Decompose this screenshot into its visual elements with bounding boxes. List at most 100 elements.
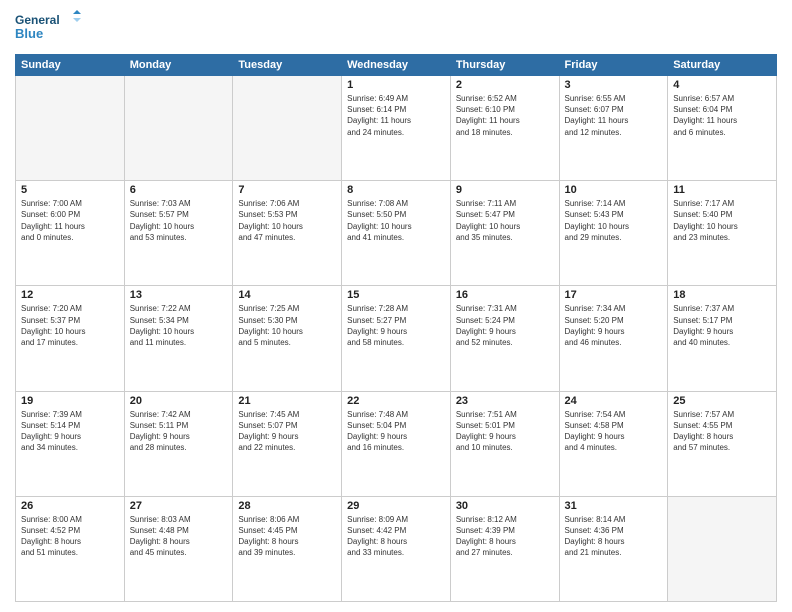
day-number: 2	[456, 79, 554, 91]
day-info: Sunrise: 6:55 AM Sunset: 6:07 PM Dayligh…	[565, 93, 663, 138]
day-info: Sunrise: 7:25 AM Sunset: 5:30 PM Dayligh…	[238, 303, 336, 348]
calendar-cell: 5 Sunrise: 7:00 AM Sunset: 6:00 PM Daylig…	[16, 181, 125, 286]
calendar-cell: 27 Sunrise: 8:03 AM Sunset: 4:48 PM Dayli…	[124, 496, 233, 601]
day-number: 28	[238, 500, 336, 512]
day-info: Sunrise: 7:28 AM Sunset: 5:27 PM Dayligh…	[347, 303, 445, 348]
day-info: Sunrise: 7:17 AM Sunset: 5:40 PM Dayligh…	[673, 198, 771, 243]
calendar-cell: 7 Sunrise: 7:06 AM Sunset: 5:53 PM Daylig…	[233, 181, 342, 286]
weekday-header: Saturday	[668, 55, 777, 76]
logo-svg: General Blue	[15, 10, 85, 46]
calendar-cell: 2 Sunrise: 6:52 AM Sunset: 6:10 PM Daylig…	[450, 76, 559, 181]
calendar-cell	[16, 76, 125, 181]
day-info: Sunrise: 8:09 AM Sunset: 4:42 PM Dayligh…	[347, 514, 445, 559]
calendar-cell: 11 Sunrise: 7:17 AM Sunset: 5:40 PM Dayli…	[668, 181, 777, 286]
day-number: 1	[347, 79, 445, 91]
calendar-week-row: 5 Sunrise: 7:00 AM Sunset: 6:00 PM Daylig…	[16, 181, 777, 286]
day-info: Sunrise: 7:42 AM Sunset: 5:11 PM Dayligh…	[130, 409, 228, 454]
calendar-cell: 1 Sunrise: 6:49 AM Sunset: 6:14 PM Daylig…	[342, 76, 451, 181]
calendar-cell: 10 Sunrise: 7:14 AM Sunset: 5:43 PM Dayli…	[559, 181, 668, 286]
weekday-header: Tuesday	[233, 55, 342, 76]
page-header: General Blue	[15, 10, 777, 46]
weekday-header: Sunday	[16, 55, 125, 76]
svg-text:General: General	[15, 13, 60, 27]
day-number: 9	[456, 184, 554, 196]
day-number: 4	[673, 79, 771, 91]
calendar-cell: 16 Sunrise: 7:31 AM Sunset: 5:24 PM Dayli…	[450, 286, 559, 391]
day-info: Sunrise: 7:48 AM Sunset: 5:04 PM Dayligh…	[347, 409, 445, 454]
day-number: 27	[130, 500, 228, 512]
day-number: 7	[238, 184, 336, 196]
day-info: Sunrise: 8:06 AM Sunset: 4:45 PM Dayligh…	[238, 514, 336, 559]
calendar-cell: 13 Sunrise: 7:22 AM Sunset: 5:34 PM Dayli…	[124, 286, 233, 391]
weekday-header: Wednesday	[342, 55, 451, 76]
calendar-cell: 31 Sunrise: 8:14 AM Sunset: 4:36 PM Dayli…	[559, 496, 668, 601]
day-number: 18	[673, 289, 771, 301]
day-info: Sunrise: 7:06 AM Sunset: 5:53 PM Dayligh…	[238, 198, 336, 243]
day-info: Sunrise: 7:45 AM Sunset: 5:07 PM Dayligh…	[238, 409, 336, 454]
calendar-week-row: 1 Sunrise: 6:49 AM Sunset: 6:14 PM Daylig…	[16, 76, 777, 181]
calendar-cell: 23Sunrise: 7:51 AM Sunset: 5:01 PM Dayli…	[450, 391, 559, 496]
weekday-header: Friday	[559, 55, 668, 76]
weekday-header: Thursday	[450, 55, 559, 76]
day-number: 25	[673, 395, 771, 407]
calendar-cell: 8Sunrise: 7:08 AM Sunset: 5:50 PM Daylig…	[342, 181, 451, 286]
day-number: 29	[347, 500, 445, 512]
day-number: 16	[456, 289, 554, 301]
calendar-cell: 21 Sunrise: 7:45 AM Sunset: 5:07 PM Dayli…	[233, 391, 342, 496]
day-info: Sunrise: 6:57 AM Sunset: 6:04 PM Dayligh…	[673, 93, 771, 138]
calendar-cell: 25 Sunrise: 7:57 AM Sunset: 4:55 PM Dayli…	[668, 391, 777, 496]
day-number: 30	[456, 500, 554, 512]
weekday-header-row: SundayMondayTuesdayWednesdayThursdayFrid…	[16, 55, 777, 76]
calendar-cell: 24Sunrise: 7:54 AM Sunset: 4:58 PM Dayli…	[559, 391, 668, 496]
logo: General Blue	[15, 10, 85, 46]
day-number: 11	[673, 184, 771, 196]
calendar-cell: 22 Sunrise: 7:48 AM Sunset: 5:04 PM Dayli…	[342, 391, 451, 496]
day-info: Sunrise: 6:49 AM Sunset: 6:14 PM Dayligh…	[347, 93, 445, 138]
day-info: Sunrise: 6:52 AM Sunset: 6:10 PM Dayligh…	[456, 93, 554, 138]
day-info: Sunrise: 8:00 AM Sunset: 4:52 PM Dayligh…	[21, 514, 119, 559]
calendar-cell: 12Sunrise: 7:20 AM Sunset: 5:37 PM Dayli…	[16, 286, 125, 391]
calendar-cell: 6Sunrise: 7:03 AM Sunset: 5:57 PM Daylig…	[124, 181, 233, 286]
day-info: Sunrise: 8:12 AM Sunset: 4:39 PM Dayligh…	[456, 514, 554, 559]
day-number: 26	[21, 500, 119, 512]
svg-text:Blue: Blue	[15, 26, 43, 41]
day-number: 22	[347, 395, 445, 407]
calendar-cell: 17Sunrise: 7:34 AM Sunset: 5:20 PM Dayli…	[559, 286, 668, 391]
calendar-cell: 15 Sunrise: 7:28 AM Sunset: 5:27 PM Dayli…	[342, 286, 451, 391]
day-info: Sunrise: 7:22 AM Sunset: 5:34 PM Dayligh…	[130, 303, 228, 348]
day-number: 20	[130, 395, 228, 407]
day-number: 14	[238, 289, 336, 301]
calendar-cell: 30 Sunrise: 8:12 AM Sunset: 4:39 PM Dayli…	[450, 496, 559, 601]
day-info: Sunrise: 7:51 AM Sunset: 5:01 PM Dayligh…	[456, 409, 554, 454]
day-info: Sunrise: 7:00 AM Sunset: 6:00 PM Dayligh…	[21, 198, 119, 243]
day-info: Sunrise: 7:11 AM Sunset: 5:47 PM Dayligh…	[456, 198, 554, 243]
day-number: 3	[565, 79, 663, 91]
calendar-cell: 9 Sunrise: 7:11 AM Sunset: 5:47 PM Daylig…	[450, 181, 559, 286]
day-number: 5	[21, 184, 119, 196]
day-info: Sunrise: 7:54 AM Sunset: 4:58 PM Dayligh…	[565, 409, 663, 454]
calendar-table: SundayMondayTuesdayWednesdayThursdayFrid…	[15, 54, 777, 602]
day-number: 21	[238, 395, 336, 407]
calendar-cell	[124, 76, 233, 181]
day-info: Sunrise: 8:14 AM Sunset: 4:36 PM Dayligh…	[565, 514, 663, 559]
day-number: 15	[347, 289, 445, 301]
calendar-cell: 3 Sunrise: 6:55 AM Sunset: 6:07 PM Daylig…	[559, 76, 668, 181]
day-info: Sunrise: 7:31 AM Sunset: 5:24 PM Dayligh…	[456, 303, 554, 348]
calendar-cell: 28 Sunrise: 8:06 AM Sunset: 4:45 PM Dayli…	[233, 496, 342, 601]
day-number: 12	[21, 289, 119, 301]
day-info: Sunrise: 8:03 AM Sunset: 4:48 PM Dayligh…	[130, 514, 228, 559]
calendar-week-row: 12Sunrise: 7:20 AM Sunset: 5:37 PM Dayli…	[16, 286, 777, 391]
calendar-cell	[233, 76, 342, 181]
day-number: 31	[565, 500, 663, 512]
day-number: 13	[130, 289, 228, 301]
day-info: Sunrise: 7:57 AM Sunset: 4:55 PM Dayligh…	[673, 409, 771, 454]
weekday-header: Monday	[124, 55, 233, 76]
calendar-cell: 4 Sunrise: 6:57 AM Sunset: 6:04 PM Daylig…	[668, 76, 777, 181]
calendar-cell: 29 Sunrise: 8:09 AM Sunset: 4:42 PM Dayli…	[342, 496, 451, 601]
day-info: Sunrise: 7:14 AM Sunset: 5:43 PM Dayligh…	[565, 198, 663, 243]
day-number: 6	[130, 184, 228, 196]
calendar-cell: 20 Sunrise: 7:42 AM Sunset: 5:11 PM Dayli…	[124, 391, 233, 496]
day-info: Sunrise: 7:39 AM Sunset: 5:14 PM Dayligh…	[21, 409, 119, 454]
day-number: 10	[565, 184, 663, 196]
day-info: Sunrise: 7:08 AM Sunset: 5:50 PM Dayligh…	[347, 198, 445, 243]
